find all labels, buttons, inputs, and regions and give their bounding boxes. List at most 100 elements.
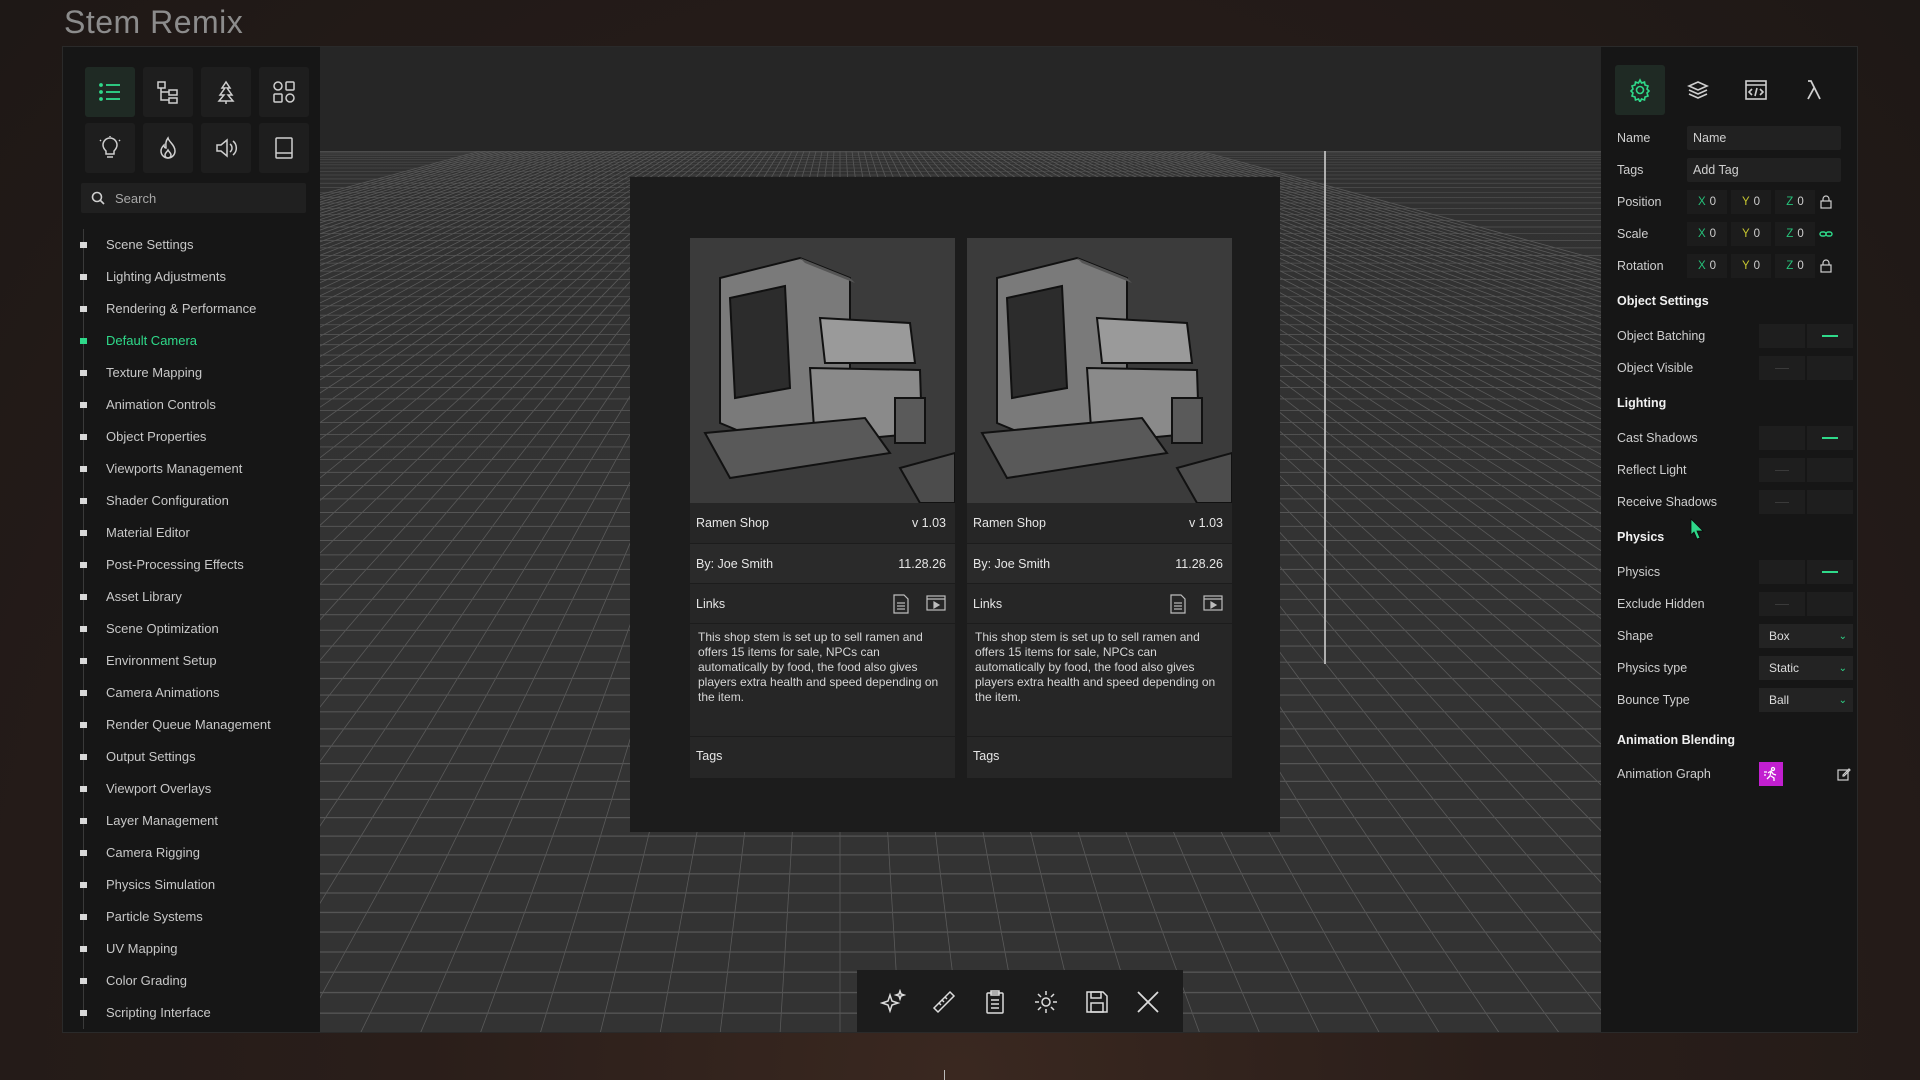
tree-item[interactable]: Color Grading bbox=[80, 965, 313, 997]
tree-item[interactable]: Particle Systems bbox=[80, 901, 313, 933]
bounce-type-select[interactable]: Ball ⌄ bbox=[1759, 688, 1853, 712]
tree-item[interactable]: Scene Settings bbox=[80, 229, 313, 261]
tree-item[interactable]: UV Mapping bbox=[80, 933, 313, 965]
reflect-light-toggle[interactable] bbox=[1759, 458, 1853, 482]
position-y-field[interactable]: Y0 bbox=[1731, 190, 1771, 214]
lighting-button[interactable] bbox=[85, 123, 135, 173]
card-title: Ramen Shop bbox=[973, 516, 1046, 530]
tree-item[interactable]: Shader Configuration bbox=[80, 485, 313, 517]
tree-item[interactable]: Scene Optimization bbox=[80, 613, 313, 645]
tree-item[interactable]: Lighting Adjustments bbox=[80, 261, 313, 293]
tab-layers[interactable] bbox=[1673, 65, 1723, 115]
physics-toggle[interactable] bbox=[1759, 560, 1853, 584]
card-tags-row[interactable]: Tags bbox=[690, 736, 955, 774]
tree-item-active[interactable]: Default Camera bbox=[80, 325, 313, 357]
audio-button[interactable] bbox=[201, 123, 251, 173]
rotation-z-field[interactable]: Z0 bbox=[1775, 254, 1815, 278]
hierarchy-button[interactable] bbox=[143, 67, 193, 117]
scale-x-field[interactable]: X0 bbox=[1687, 222, 1727, 246]
tree-item[interactable]: Texture Mapping bbox=[80, 357, 313, 389]
tree-item[interactable]: Physics Simulation bbox=[80, 869, 313, 901]
scale-z-field[interactable]: Z0 bbox=[1775, 222, 1815, 246]
tab-code[interactable] bbox=[1731, 65, 1781, 115]
animation-graph-row: Animation Graph bbox=[1617, 761, 1851, 787]
fire-icon bbox=[160, 136, 176, 159]
tree-item[interactable]: Scripting Interface bbox=[80, 997, 313, 1029]
sparkles-icon bbox=[879, 989, 906, 1014]
animation-graph-button[interactable] bbox=[1759, 762, 1783, 786]
tree-item[interactable]: Asset Library bbox=[80, 581, 313, 613]
position-x-field[interactable]: X0 bbox=[1687, 190, 1727, 214]
ruler-icon bbox=[932, 990, 955, 1014]
rotation-x-field[interactable]: X0 bbox=[1687, 254, 1727, 278]
tree-item[interactable]: Output Settings bbox=[80, 741, 313, 773]
tree-item[interactable]: Viewports Management bbox=[80, 453, 313, 485]
lock-icon[interactable] bbox=[1819, 195, 1833, 209]
measure-button[interactable] bbox=[926, 984, 962, 1020]
asset-card[interactable]: Ramen Shop v 1.03 By: Joe Smith 11.28.26… bbox=[690, 238, 955, 778]
tree-item[interactable]: Camera Animations bbox=[80, 677, 313, 709]
axis-line bbox=[1324, 151, 1326, 664]
video-icon[interactable] bbox=[926, 594, 946, 612]
physics-type-value: Static bbox=[1769, 661, 1800, 675]
effects-button[interactable] bbox=[143, 123, 193, 173]
physics-type-row: Physics type Static ⌄ bbox=[1617, 655, 1853, 681]
clipboard-icon bbox=[985, 990, 1004, 1014]
document-icon[interactable] bbox=[1169, 593, 1187, 614]
tree-button[interactable] bbox=[201, 67, 251, 117]
object-batching-row: Object Batching bbox=[1617, 323, 1853, 349]
lock-icon[interactable] bbox=[1819, 259, 1833, 273]
exclude-hidden-label: Exclude Hidden bbox=[1617, 597, 1705, 611]
document-icon[interactable] bbox=[892, 593, 910, 614]
tree-item[interactable]: Environment Setup bbox=[80, 645, 313, 677]
tree-item[interactable]: Render Queue Management bbox=[80, 709, 313, 741]
video-icon[interactable] bbox=[1203, 594, 1223, 612]
magic-button[interactable] bbox=[875, 984, 911, 1020]
shapes-icon bbox=[273, 81, 295, 103]
edit-icon[interactable] bbox=[1837, 767, 1851, 781]
scale-y-field[interactable]: Y0 bbox=[1731, 222, 1771, 246]
tree-item[interactable]: Object Properties bbox=[80, 421, 313, 453]
value: 0 bbox=[1709, 228, 1717, 240]
search-input[interactable] bbox=[115, 190, 295, 206]
tree-item[interactable]: Layer Management bbox=[80, 805, 313, 837]
list-view-button[interactable] bbox=[85, 67, 135, 117]
asset-preview-modal: Ramen Shop v 1.03 By: Joe Smith 11.28.26… bbox=[630, 177, 1280, 832]
object-visible-toggle[interactable] bbox=[1759, 356, 1853, 380]
tags-field[interactable]: Add Tag bbox=[1687, 158, 1841, 182]
value: 0 bbox=[1797, 228, 1804, 240]
value: 0 bbox=[1797, 260, 1804, 272]
position-z-field[interactable]: Z0 bbox=[1775, 190, 1815, 214]
asset-card[interactable]: Ramen Shop v 1.03 By: Joe Smith 11.28.26… bbox=[967, 238, 1232, 778]
card-tags-row[interactable]: Tags bbox=[967, 736, 1232, 774]
settings-button[interactable] bbox=[1028, 984, 1064, 1020]
search-box[interactable] bbox=[81, 183, 306, 213]
tree-item[interactable]: Animation Controls bbox=[80, 389, 313, 421]
receive-shadows-toggle[interactable] bbox=[1759, 490, 1853, 514]
tree-item[interactable]: Rendering & Performance bbox=[80, 293, 313, 325]
tree-item[interactable]: Post-Processing Effects bbox=[80, 549, 313, 581]
shapes-button[interactable] bbox=[259, 67, 309, 117]
physics-type-select[interactable]: Static ⌄ bbox=[1759, 656, 1853, 680]
cast-shadows-toggle[interactable] bbox=[1759, 426, 1853, 450]
axis-label: Z bbox=[1786, 228, 1794, 240]
tab-settings[interactable] bbox=[1615, 65, 1665, 115]
clipboard-button[interactable] bbox=[977, 984, 1013, 1020]
document-button[interactable] bbox=[259, 123, 309, 173]
shape-select[interactable]: Box ⌄ bbox=[1759, 624, 1853, 648]
3d-viewport[interactable]: Ramen Shop v 1.03 By: Joe Smith 11.28.26… bbox=[320, 47, 1601, 1032]
rotation-y-field[interactable]: Y0 bbox=[1731, 254, 1771, 278]
tree-item[interactable]: Camera Rigging bbox=[80, 837, 313, 869]
object-batching-label: Object Batching bbox=[1617, 329, 1706, 343]
save-button[interactable] bbox=[1079, 984, 1115, 1020]
exclude-hidden-toggle[interactable] bbox=[1759, 592, 1853, 616]
close-button[interactable] bbox=[1130, 984, 1166, 1020]
tab-lambda[interactable] bbox=[1789, 65, 1839, 115]
link-icon[interactable] bbox=[1819, 227, 1833, 241]
name-field[interactable]: Name bbox=[1687, 126, 1841, 150]
object-batching-toggle[interactable] bbox=[1759, 324, 1853, 348]
tree-item[interactable]: Viewport Overlays bbox=[80, 773, 313, 805]
tree-item[interactable]: Material Editor bbox=[80, 517, 313, 549]
receive-shadows-label: Receive Shadows bbox=[1617, 495, 1718, 509]
tags-label: Tags bbox=[1617, 163, 1644, 177]
